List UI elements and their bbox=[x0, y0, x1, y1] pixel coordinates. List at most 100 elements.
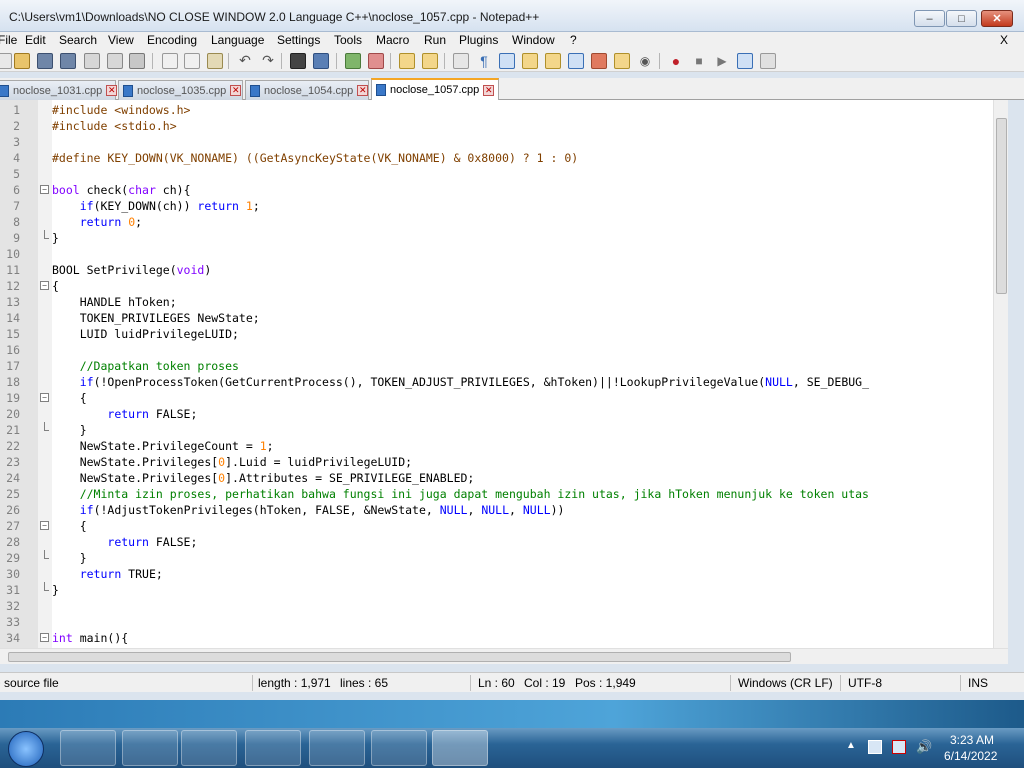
code-line[interactable]: 20 return FALSE; bbox=[0, 406, 1008, 422]
volume-icon[interactable]: 🔊 bbox=[916, 739, 932, 755]
action-center-icon[interactable] bbox=[892, 740, 906, 754]
menu-file[interactable]: File bbox=[0, 33, 17, 47]
menu-tools[interactable]: Tools bbox=[334, 33, 362, 47]
taskbar-app-icon[interactable] bbox=[371, 730, 427, 766]
start-button[interactable] bbox=[8, 731, 44, 767]
code-line[interactable]: 2 #include <stdio.h> bbox=[0, 118, 1008, 134]
taskbar-chrome-icon[interactable] bbox=[181, 730, 237, 766]
sync-horizontal-icon[interactable] bbox=[422, 53, 438, 69]
taskbar-app-icon[interactable] bbox=[309, 730, 365, 766]
code-line[interactable]: 29 } bbox=[0, 550, 1008, 566]
taskbar-media-player-icon[interactable] bbox=[122, 730, 178, 766]
folder-workspace-icon[interactable] bbox=[591, 53, 607, 69]
save-icon[interactable] bbox=[37, 53, 53, 69]
code-line[interactable]: 34 − int main(){ bbox=[0, 630, 1008, 646]
code-line[interactable]: 8 return 0; bbox=[0, 214, 1008, 230]
fold-toggle-icon[interactable]: − bbox=[40, 633, 49, 642]
zoom-in-icon[interactable] bbox=[345, 53, 361, 69]
show-all-characters-icon[interactable]: ¶ bbox=[476, 53, 492, 69]
zoom-out-icon[interactable] bbox=[368, 53, 384, 69]
fold-toggle-icon[interactable]: − bbox=[40, 521, 49, 530]
code-line[interactable]: 21 } bbox=[0, 422, 1008, 438]
vertical-scrollbar[interactable] bbox=[993, 100, 1008, 648]
vertical-scroll-thumb[interactable] bbox=[996, 118, 1007, 294]
tab-close-icon[interactable]: ✕ bbox=[483, 84, 495, 96]
fold-toggle-icon[interactable]: − bbox=[40, 393, 49, 402]
play-macro-icon[interactable]: ▶ bbox=[714, 53, 730, 69]
close-all-icon[interactable] bbox=[107, 53, 123, 69]
replace-icon[interactable] bbox=[313, 53, 329, 69]
clock-date[interactable]: 6/14/2022 bbox=[944, 749, 997, 763]
code-line[interactable]: 28 return FALSE; bbox=[0, 534, 1008, 550]
code-line[interactable]: 6 − bool check(char ch){ bbox=[0, 182, 1008, 198]
code-line[interactable]: 33 bbox=[0, 614, 1008, 630]
close-file-icon[interactable] bbox=[84, 53, 100, 69]
horizontal-scroll-thumb[interactable] bbox=[8, 652, 791, 662]
tab-noclose-1054[interactable]: noclose_1054.cpp ✕ bbox=[245, 80, 369, 100]
menu-run[interactable]: Run bbox=[424, 33, 446, 47]
horizontal-scrollbar[interactable] bbox=[0, 648, 1008, 664]
menu-view[interactable]: View bbox=[108, 33, 134, 47]
menu-plugins[interactable]: Plugins bbox=[459, 33, 498, 47]
cut-icon[interactable] bbox=[162, 53, 178, 69]
function-list-icon[interactable] bbox=[568, 53, 584, 69]
code-line[interactable]: 24 NewState.Privileges[0].Attributes = S… bbox=[0, 470, 1008, 486]
code-line[interactable]: 12 −{ bbox=[0, 278, 1008, 294]
code-line[interactable]: 27 − { bbox=[0, 518, 1008, 534]
paste-icon[interactable] bbox=[207, 53, 223, 69]
menu-help[interactable]: ? bbox=[570, 33, 577, 47]
monitoring-icon[interactable]: ◉ bbox=[637, 53, 653, 69]
save-macro-icon[interactable] bbox=[760, 53, 776, 69]
maximize-button[interactable]: □ bbox=[946, 10, 977, 27]
tab-noclose-1031[interactable]: noclose_1031.cpp ✕ bbox=[0, 80, 118, 100]
code-line[interactable]: 30 return TRUE; bbox=[0, 566, 1008, 582]
new-file-icon[interactable] bbox=[0, 53, 12, 69]
fold-toggle-icon[interactable]: − bbox=[40, 185, 49, 194]
menu-edit[interactable]: Edit bbox=[25, 33, 46, 47]
code-line[interactable]: 9} bbox=[0, 230, 1008, 246]
folder-icon[interactable] bbox=[614, 53, 630, 69]
tab-close-icon[interactable]: ✕ bbox=[357, 85, 369, 96]
fold-toggle-icon[interactable]: − bbox=[40, 281, 49, 290]
code-line[interactable]: 7 if(KEY_DOWN(ch)) return 1; bbox=[0, 198, 1008, 214]
code-line[interactable]: 13 HANDLE hToken; bbox=[0, 294, 1008, 310]
taskbar-notepadpp-icon[interactable] bbox=[432, 730, 488, 766]
indent-guide-icon[interactable] bbox=[499, 53, 515, 69]
tab-noclose-1035[interactable]: noclose_1035.cpp ✕ bbox=[118, 80, 243, 100]
copy-icon[interactable] bbox=[184, 53, 200, 69]
code-editor[interactable]: 1 #include <windows.h> 2 #include <stdio.h>… bbox=[0, 100, 1008, 648]
code-line[interactable]: 14 TOKEN_PRIVILEGES NewState; bbox=[0, 310, 1008, 326]
encoding-label[interactable]: UTF-8 bbox=[848, 676, 882, 690]
redo-icon[interactable]: ↷ bbox=[260, 53, 276, 69]
clock-time[interactable]: 3:23 AM bbox=[950, 733, 994, 747]
title-bar[interactable]: C:\Users\vm1\Downloads\NO CLOSE WINDOW 2… bbox=[0, 0, 1024, 32]
code-line[interactable]: 17 //Dapatkan token proses bbox=[0, 358, 1008, 374]
show-hidden-icons-icon[interactable]: ▲ bbox=[846, 740, 856, 751]
save-all-icon[interactable] bbox=[60, 53, 76, 69]
run-macro-multiple-icon[interactable] bbox=[737, 53, 753, 69]
code-line[interactable]: 5 bbox=[0, 166, 1008, 182]
code-line[interactable]: 31} bbox=[0, 582, 1008, 598]
code-line[interactable]: 11 BOOL SetPrivilege(void) bbox=[0, 262, 1008, 278]
menu-search[interactable]: Search bbox=[59, 33, 97, 47]
document-map-icon[interactable] bbox=[545, 53, 561, 69]
code-line[interactable]: 25 //Minta izin proses, perhatikan bahwa… bbox=[0, 486, 1008, 502]
undo-icon[interactable]: ↶ bbox=[237, 53, 253, 69]
word-wrap-icon[interactable] bbox=[453, 53, 469, 69]
open-file-icon[interactable] bbox=[14, 53, 30, 69]
code-line[interactable]: 23 NewState.Privileges[0].Luid = luidPri… bbox=[0, 454, 1008, 470]
menu-settings[interactable]: Settings bbox=[277, 33, 320, 47]
tab-noclose-1057[interactable]: noclose_1057.cpp ✕ bbox=[371, 78, 499, 100]
code-line[interactable]: 3 bbox=[0, 134, 1008, 150]
tab-close-icon[interactable]: ✕ bbox=[230, 85, 242, 96]
code-line[interactable]: 1 #include <windows.h> bbox=[0, 102, 1008, 118]
code-line[interactable]: 16 bbox=[0, 342, 1008, 358]
taskbar-explorer-icon[interactable] bbox=[60, 730, 116, 766]
menu-language[interactable]: Language bbox=[211, 33, 264, 47]
tab-close-icon[interactable]: ✕ bbox=[106, 85, 118, 96]
menu-macro[interactable]: Macro bbox=[376, 33, 409, 47]
code-line[interactable]: 10 bbox=[0, 246, 1008, 262]
code-line[interactable]: 22 NewState.PrivilegeCount = 1; bbox=[0, 438, 1008, 454]
code-line[interactable]: 32 bbox=[0, 598, 1008, 614]
language-udl-icon[interactable] bbox=[522, 53, 538, 69]
